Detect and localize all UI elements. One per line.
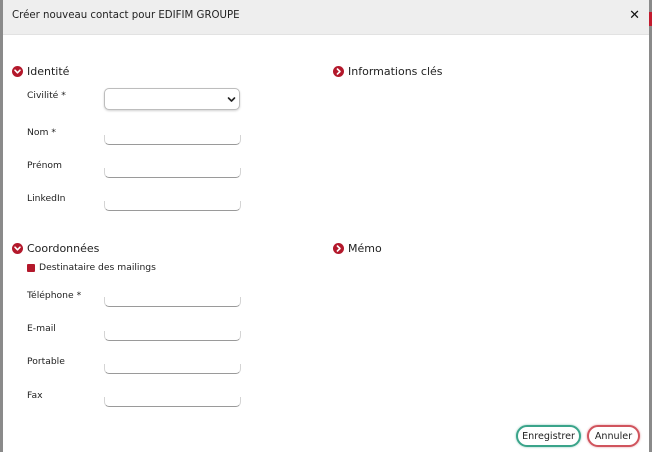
cancel-button[interactable]: Annuler [587,425,640,447]
mailing-checkbox-label[interactable]: Destinataire des mailings [39,262,156,273]
chevron-right-icon [333,243,344,254]
email-label: E-mail [27,323,56,334]
section-informations-title: Informations clés [348,65,443,78]
linkedin-input[interactable] [104,201,241,211]
section-memo-title: Mémo [348,242,382,255]
chevron-down-icon [12,243,23,254]
email-input[interactable] [104,331,241,341]
section-coordonnees-header[interactable]: Coordonnées [12,242,99,255]
prenom-input[interactable] [104,168,241,178]
dialog-title: Créer nouveau contact pour EDIFIM GROUPE [12,10,240,21]
linkedin-label: LinkedIn [27,193,66,204]
fax-input[interactable] [104,397,241,407]
chevron-right-icon [333,66,344,77]
save-button[interactable]: Enregistrer [516,425,581,447]
create-contact-dialog: Créer nouveau contact pour EDIFIM GROUPE… [3,0,649,452]
portable-input[interactable] [104,364,241,374]
civilite-label: Civilité * [27,90,66,101]
civilite-select[interactable] [104,88,240,110]
nom-input[interactable] [104,135,241,145]
close-icon[interactable]: ✕ [629,8,640,23]
chevron-down-icon [12,66,23,77]
telephone-input[interactable] [104,297,241,307]
section-identite-title: Identité [27,65,70,78]
section-coordonnees-title: Coordonnées [27,242,100,255]
section-memo-header[interactable]: Mémo [333,242,382,255]
check-icon [27,272,35,278]
telephone-label: Téléphone * [27,290,82,301]
prenom-label: Prénom [27,160,62,171]
portable-label: Portable [27,356,65,367]
section-identite-header[interactable]: Identité [12,65,69,78]
fax-label: Fax [27,390,43,401]
mailing-checkbox[interactable] [27,264,35,278]
chevron-down-icon [227,97,236,102]
section-informations-header[interactable]: Informations clés [333,65,443,78]
nom-label: Nom * [27,127,56,138]
dialog-titlebar: Créer nouveau contact pour EDIFIM GROUPE… [3,0,649,35]
